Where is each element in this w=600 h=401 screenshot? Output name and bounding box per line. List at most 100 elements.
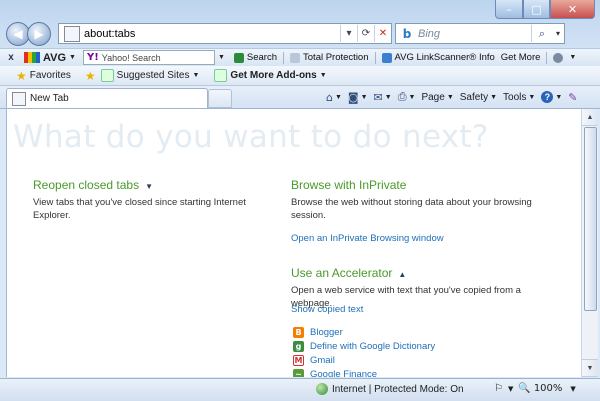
settings-menu[interactable]: ▼ [553, 52, 579, 63]
favorites-bar: ★ Favorites ★ Suggested Sites ▼ Get More… [0, 66, 600, 86]
scroll-up-icon[interactable]: ▲ [582, 109, 598, 126]
search-button[interactable]: Search [233, 52, 278, 63]
get-addons-label: Get More Add-ons [230, 70, 317, 81]
safety-menu-label: Safety [459, 91, 489, 103]
get-more-label: Get More [500, 52, 541, 63]
help-button[interactable]: ? ▼ [541, 91, 562, 103]
gmail-icon: M [293, 355, 304, 366]
search-arrow-icon [233, 52, 244, 63]
page-icon [64, 25, 80, 42]
zoom-icon: 🔍 [518, 383, 531, 394]
chevron-down-icon: ▼ [69, 54, 76, 61]
feeds-button[interactable]: ◙ ▼ [348, 91, 368, 104]
get-more-button[interactable]: Get More [501, 52, 541, 63]
protected-mode-icon[interactable]: ⚐ [494, 383, 503, 394]
suggested-sites-button[interactable]: Suggested Sites ▼ [100, 69, 203, 82]
search-button-label: Search [246, 52, 278, 63]
forward-button[interactable]: ▶ [27, 22, 51, 46]
window-controls: – □ ✕ [495, 0, 595, 19]
chevron-down-icon[interactable]: ▼ [508, 385, 513, 393]
address-bar[interactable]: about:tabs ▾ ⟳ ✕ [58, 23, 392, 44]
status-tools: ⚐ ▼ 🔍 100% ▼ [494, 383, 581, 394]
show-copied-text-link[interactable]: Show copied text [291, 304, 363, 315]
new-tab-button[interactable] [208, 89, 232, 108]
search-placeholder[interactable]: Bing [418, 28, 531, 40]
service-google-dictionary[interactable]: g Define with Google Dictionary [293, 341, 435, 352]
close-window-button[interactable]: ✕ [550, 0, 595, 19]
avg-label: AVG [43, 51, 67, 64]
accelerator-heading[interactable]: Use an Accelerator ▲ [291, 266, 406, 280]
yahoo-icon: Y! [86, 52, 99, 63]
vertical-scrollbar[interactable]: ▲ ▼ [581, 109, 598, 377]
address-url[interactable]: about:tabs [84, 28, 340, 40]
add-to-favorites-icon: ★ [84, 68, 96, 83]
browser-window: – □ ✕ ◀ ▶ about:tabs ▾ ⟳ ✕ b Bing ⌕ ▾ x … [0, 0, 600, 401]
research-button[interactable]: ✎ [568, 91, 577, 104]
chevron-down-icon: ▼ [490, 93, 498, 101]
tools-menu-label: Tools [503, 91, 527, 103]
avg-toolbar: x AVG ▼ Y! Yahoo! Search ▼ Search Total … [0, 48, 600, 67]
tab-bar: New Tab ⌂ ▼ ◙ ▼ ✉ ▼ ⎙ ▼ Page ▼ Safety ▼ Too [0, 86, 600, 109]
tab-new-tab[interactable]: New Tab [6, 88, 208, 108]
avg-menu[interactable]: AVG ▼ [24, 52, 79, 64]
service-google-finance[interactable]: ~ Google Finance [293, 369, 377, 377]
yahoo-dropdown-icon[interactable]: ▼ [218, 54, 225, 61]
safety-menu[interactable]: Safety ▼ [460, 92, 497, 103]
toolbar-close-icon[interactable]: x [4, 52, 18, 63]
globe-icon [316, 383, 328, 395]
suggested-sites-label: Suggested Sites [116, 70, 190, 81]
service-gmail[interactable]: M Gmail [293, 355, 335, 366]
refresh-icon[interactable]: ⟳ [357, 25, 374, 42]
maximize-button[interactable]: □ [523, 0, 550, 19]
chevron-up-icon[interactable]: ▲ [398, 270, 406, 279]
favorites-label: Favorites [29, 70, 71, 81]
chevron-down-icon: ▼ [360, 93, 368, 101]
search-go-icon[interactable]: ⌕ [531, 25, 552, 42]
mail-button[interactable]: ✉ ▼ [374, 91, 392, 104]
chevron-down-icon: ▼ [192, 72, 200, 79]
page-menu[interactable]: Page ▼ [421, 92, 453, 103]
chevron-down-icon: ▼ [569, 54, 577, 61]
google-finance-icon: ~ [293, 369, 304, 377]
total-protection-button[interactable]: Total Protection [290, 52, 369, 63]
service-label: Gmail [310, 355, 335, 366]
chevron-down-icon: ▼ [384, 93, 392, 101]
chevron-down-icon: ▼ [334, 93, 342, 101]
toolbar-separator [283, 51, 285, 64]
service-label: Blogger [310, 327, 343, 338]
chevron-down-icon[interactable]: ▼ [145, 182, 153, 191]
open-inprivate-link[interactable]: Open an InPrivate Browsing window [291, 233, 444, 244]
service-label: Define with Google Dictionary [310, 341, 436, 352]
help-icon: ? [541, 91, 554, 103]
add-favorite-button[interactable]: ★ [85, 69, 99, 83]
tools-menu[interactable]: Tools ▼ [503, 92, 535, 103]
gear-icon [553, 52, 564, 63]
search-dropdown-icon[interactable]: ▾ [552, 29, 564, 38]
stop-icon[interactable]: ✕ [374, 25, 391, 42]
inprivate-heading: Browse with InPrivate [291, 178, 407, 192]
google-dictionary-icon: g [293, 341, 304, 352]
yahoo-search-input[interactable]: Y! Yahoo! Search [82, 50, 215, 65]
search-box[interactable]: b Bing ⌕ ▾ [395, 23, 565, 44]
scroll-down-icon[interactable]: ▼ [582, 359, 598, 377]
blogger-icon: B [293, 327, 304, 338]
address-dropdown-icon[interactable]: ▾ [340, 25, 357, 42]
favorites-button[interactable]: ★ Favorites [16, 69, 71, 83]
security-zone-label: Internet | Protected Mode: On [332, 383, 464, 395]
zoom-button[interactable]: 🔍 100% ▼ [518, 383, 580, 394]
security-zone[interactable]: Internet | Protected Mode: On [316, 383, 464, 395]
print-icon: ⎙ [397, 90, 407, 103]
bing-icon: b [402, 26, 412, 41]
reopen-closed-tabs-heading[interactable]: Reopen closed tabs ▼ [33, 178, 153, 192]
home-button[interactable]: ⌂ ▼ [326, 91, 342, 104]
print-button[interactable]: ⎙ ▼ [398, 90, 416, 104]
reopen-title: Reopen closed tabs [33, 178, 140, 192]
new-tab-page: What do you want to do next? Reopen clos… [6, 109, 582, 377]
linkscanner-button[interactable]: AVG LinkScanner® Info [381, 52, 495, 63]
tab-page-icon [12, 91, 26, 106]
accelerator-title: Use an Accelerator [291, 266, 393, 280]
scrollbar-thumb[interactable] [584, 127, 597, 311]
service-blogger[interactable]: B Blogger [293, 327, 343, 338]
minimize-button[interactable]: – [495, 0, 523, 19]
get-addons-button[interactable]: Get More Add-ons ▼ [214, 69, 329, 82]
